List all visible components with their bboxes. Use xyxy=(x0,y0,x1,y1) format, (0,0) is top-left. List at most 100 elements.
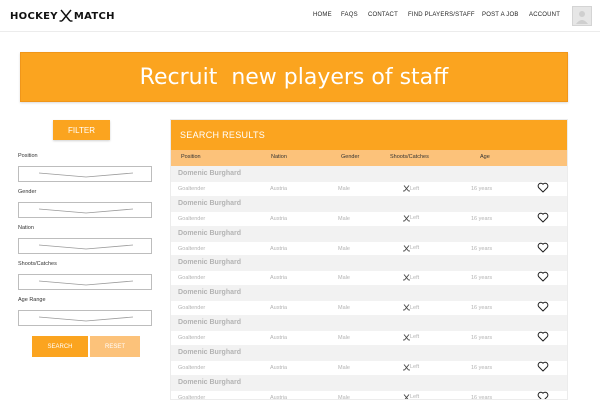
gender-label: Gender xyxy=(18,189,37,195)
heart-icon[interactable] xyxy=(537,212,549,223)
player-shoots: Left xyxy=(403,363,419,371)
player-age: 16 years xyxy=(471,364,493,371)
player-position: Goaltender xyxy=(178,394,206,400)
hero-banner: Recruit new players of staff xyxy=(20,52,568,102)
search-results-panel: SEARCH RESULTS Position Nation Gender Sh… xyxy=(170,119,568,400)
player-position: Goaltender xyxy=(178,275,206,282)
player-shoots-value: Left xyxy=(410,245,420,252)
nav-faqs[interactable]: FAQS xyxy=(341,12,358,18)
player-nation: Austria xyxy=(270,186,288,192)
filter-button[interactable]: FILTER xyxy=(53,120,110,140)
player-gender: Male xyxy=(338,186,350,192)
player-name[interactable]: Domenic Burghard xyxy=(171,314,567,331)
results-header: SEARCH RESULTS xyxy=(171,120,567,150)
reset-button[interactable]: RESET xyxy=(90,336,140,357)
player-gender: Male xyxy=(338,334,350,341)
column-gender[interactable]: Gender xyxy=(341,154,359,160)
heart-icon[interactable] xyxy=(537,271,549,282)
heart-icon[interactable] xyxy=(537,242,549,253)
player-nation: Austria xyxy=(270,364,288,371)
heart-icon[interactable] xyxy=(537,182,549,193)
player-age: 16 years xyxy=(471,334,493,341)
table-row[interactable]: Domenic Burghard Goaltender Austria Male 16 … xyxy=(171,255,567,285)
chevron-down-icon xyxy=(38,172,134,178)
crossed-sticks-icon xyxy=(59,9,73,22)
player-position: Goaltender xyxy=(178,364,206,371)
heart-icon[interactable] xyxy=(537,301,549,312)
nation-label: Nation xyxy=(18,225,34,231)
logo-text-right: MATCH xyxy=(73,10,115,22)
table-row[interactable]: Domenic Burghard Goaltender Austria Male 16 … xyxy=(171,344,567,375)
table-row[interactable]: Domenic Burghard Goaltender Austria Male 16 … xyxy=(171,195,567,226)
player-age: 16 years xyxy=(471,394,493,400)
search-button[interactable]: SEARCH xyxy=(32,336,88,357)
player-nation: Austria xyxy=(270,215,288,222)
player-nation: Austria xyxy=(270,394,288,400)
nav-find-players-staff[interactable]: FIND PLAYERS/STAFF xyxy=(408,12,475,18)
player-shoots-value: Left xyxy=(410,334,420,341)
player-name[interactable]: Domenic Burghard xyxy=(171,166,567,182)
player-position: Goaltender xyxy=(178,215,206,222)
chevron-down-icon xyxy=(38,244,134,250)
player-position: Goaltender xyxy=(178,186,206,192)
player-age: 16 years xyxy=(471,305,493,312)
player-shoots: Left xyxy=(403,393,419,399)
player-name[interactable]: Domenic Burghard xyxy=(171,285,567,302)
player-position: Goaltender xyxy=(178,334,206,341)
table-row[interactable]: Domenic Burghard Goaltender Austria Male 16 … xyxy=(171,225,567,256)
gender-select[interactable] xyxy=(18,202,152,218)
nav-contact[interactable]: CONTACT xyxy=(368,12,398,18)
table-row[interactable]: Domenic Burghard Goaltender Austria Male 16 … xyxy=(171,374,567,400)
player-name[interactable]: Domenic Burghard xyxy=(171,225,567,242)
hockey-stick-icon xyxy=(403,185,410,192)
position-select[interactable] xyxy=(18,166,152,182)
player-shoots: Left xyxy=(403,244,420,252)
nav-home[interactable]: HOME xyxy=(313,12,332,18)
player-shoots-value: Left xyxy=(410,215,420,222)
avatar[interactable] xyxy=(572,6,592,26)
table-row[interactable]: Domenic Burghard Goaltender Austria Male 16 … xyxy=(171,166,567,196)
player-gender: Male xyxy=(338,215,350,222)
player-shoots: Left xyxy=(403,304,419,311)
table-row[interactable]: Domenic Burghard Goaltender Austria Male 16 … xyxy=(171,285,567,315)
hockey-stick-icon xyxy=(403,244,410,252)
player-gender: Male xyxy=(338,275,350,282)
top-header: HOCKEY MATCH HOME FAQS CONTACT FIND PLAY… xyxy=(0,0,600,32)
heart-icon[interactable] xyxy=(537,331,549,342)
player-age: 16 years xyxy=(471,186,493,192)
table-row[interactable]: Domenic Burghard Goaltender Austria Male 16 … xyxy=(171,314,567,345)
nav-account[interactable]: ACCOUNT xyxy=(529,12,560,18)
hero-title: Recruit new players of staff xyxy=(139,64,449,90)
logo-text-left: HOCKEY xyxy=(10,10,58,22)
player-shoots: Left xyxy=(403,334,419,341)
player-shoots-value: Left xyxy=(410,185,420,192)
player-nation: Austria xyxy=(270,305,288,312)
nation-select[interactable] xyxy=(18,238,152,254)
player-age: 16 years xyxy=(471,275,493,282)
player-age: 16 years xyxy=(471,245,493,252)
player-name[interactable]: Domenic Burghard xyxy=(171,374,567,391)
player-gender: Male xyxy=(338,364,350,371)
age-range-select[interactable] xyxy=(18,310,152,326)
column-shoots-catches[interactable]: Shoots/Catches xyxy=(390,154,429,160)
shoots-catches-select[interactable] xyxy=(18,274,152,290)
column-position[interactable]: Position xyxy=(181,154,201,160)
chevron-down-icon xyxy=(38,280,134,286)
column-nation[interactable]: Nation xyxy=(271,154,287,160)
player-age: 16 years xyxy=(471,215,493,222)
player-nation: Austria xyxy=(270,334,288,341)
nav-post-a-job[interactable]: POST A JOB xyxy=(482,12,519,18)
heart-icon[interactable] xyxy=(537,361,549,372)
hockey-stick-icon xyxy=(403,274,410,281)
player-shoots: Left xyxy=(403,185,419,192)
player-shoots: Left xyxy=(403,274,419,281)
player-name[interactable]: Domenic Burghard xyxy=(171,344,567,361)
player-gender: Male xyxy=(338,394,350,400)
heart-icon[interactable] xyxy=(537,391,549,400)
column-age[interactable]: Age xyxy=(480,154,490,160)
player-nation: Austria xyxy=(270,275,288,282)
site-logo[interactable]: HOCKEY MATCH xyxy=(10,9,115,23)
player-nation: Austria xyxy=(270,245,288,252)
player-name[interactable]: Domenic Burghard xyxy=(171,255,567,272)
player-name[interactable]: Domenic Burghard xyxy=(171,195,567,212)
